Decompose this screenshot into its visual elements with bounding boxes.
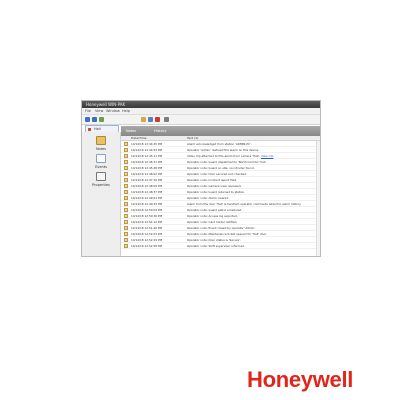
row-text-body: Operator note: Guard returned to station… bbox=[187, 190, 246, 194]
note-icon bbox=[124, 190, 128, 194]
note-icon bbox=[124, 226, 128, 230]
note-icon bbox=[124, 238, 128, 242]
notes-icon bbox=[96, 136, 106, 145]
row-text-body: Operator note: Event closed by operator … bbox=[187, 226, 256, 230]
menu-view[interactable]: View bbox=[95, 108, 103, 114]
tab-notes[interactable]: Notes bbox=[126, 126, 136, 136]
row-text-body: Operator 'Admin' restored the alarm on t… bbox=[187, 148, 260, 152]
row-text-body: Operator note: Incident report filed. bbox=[187, 178, 238, 182]
row-text-body: Alarm from the door 'Hall' is handled; o… bbox=[187, 202, 302, 206]
sidebar-item-properties[interactable]: Properties bbox=[82, 170, 120, 192]
note-icon bbox=[124, 154, 128, 158]
toolbar bbox=[82, 115, 320, 125]
note-icon bbox=[124, 196, 128, 200]
back-icon[interactable] bbox=[85, 117, 90, 122]
menu-help[interactable]: Help bbox=[122, 108, 130, 114]
note-icon bbox=[124, 142, 128, 146]
sidebar: Notes Events Properties bbox=[82, 132, 121, 256]
note-icon bbox=[124, 166, 128, 170]
menu-file[interactable]: File bbox=[85, 108, 91, 114]
events-icon bbox=[96, 154, 106, 163]
note-icon bbox=[124, 184, 128, 188]
note-icon bbox=[124, 232, 128, 236]
refresh-icon[interactable] bbox=[99, 117, 104, 122]
row-text-body: Operator note: Guard on site, no intrude… bbox=[187, 166, 255, 170]
row-text-body: Operator note: Camera view reviewed. bbox=[187, 184, 242, 188]
list-item[interactable]: 10/14/18 12:52:58 PM Operator note: Shift… bbox=[121, 243, 320, 249]
row-text-body: Operator note: Door secured and checked. bbox=[187, 172, 247, 176]
note-icon bbox=[124, 208, 128, 212]
row-text-body: Operator note: Card holder notified. bbox=[187, 220, 238, 224]
tab-hall[interactable]: Hall bbox=[85, 125, 119, 132]
print-icon[interactable] bbox=[164, 117, 169, 122]
forward-icon[interactable] bbox=[92, 117, 97, 122]
menu-window[interactable]: Window bbox=[106, 108, 120, 114]
honeywell-logo: Honeywell bbox=[247, 367, 354, 392]
row-text-body: Operator note: Door status is 'Secure'. bbox=[187, 238, 241, 242]
properties-icon bbox=[96, 172, 106, 181]
row-text-body: Operator note: Access log exported. bbox=[187, 214, 238, 218]
save-icon[interactable] bbox=[148, 117, 153, 122]
note-icon bbox=[124, 220, 128, 224]
vertical-scrollbar[interactable] bbox=[316, 141, 320, 256]
row-text: Operator note: Shift supervisor informed… bbox=[187, 243, 317, 249]
row-text-body: Operator note: Alarm cleared. bbox=[187, 196, 229, 200]
main-panel: Notes History Date/Time Text (1) 10/14/1… bbox=[121, 126, 320, 256]
row-text-body: Operator note: Guard dispatched to 'Nort… bbox=[187, 160, 267, 164]
row-date: 10/14/18 12:52:58 PM bbox=[131, 244, 163, 248]
note-icon bbox=[124, 202, 128, 206]
row-text-body: Video clip attached to this alarm from c… bbox=[187, 154, 261, 158]
door-icon bbox=[88, 128, 91, 131]
sidebar-item-label: Properties bbox=[92, 183, 110, 187]
note-icon bbox=[124, 214, 128, 218]
note-icon bbox=[124, 172, 128, 176]
row-text-body: Operator note: Guard patrol scheduled. bbox=[187, 208, 243, 212]
delete-icon[interactable] bbox=[155, 117, 160, 122]
row-text-body: Alarm acknowledged from station 'ADMIN-P… bbox=[187, 142, 252, 146]
note-icon bbox=[124, 160, 128, 164]
note-icon bbox=[124, 178, 128, 182]
app-window: Honeywell WIN-PAK File View Window Help … bbox=[81, 100, 321, 257]
tab-history[interactable]: History bbox=[154, 126, 166, 136]
window-title: Honeywell WIN-PAK bbox=[86, 102, 126, 107]
note-icon bbox=[124, 148, 128, 152]
menu-bar: File View Window Help bbox=[82, 108, 320, 115]
row-text-body: Operator note: Maintenance ticket opened… bbox=[187, 232, 267, 236]
note-icon bbox=[124, 244, 128, 248]
panel-header: Notes History bbox=[121, 126, 320, 136]
view-clip-link[interactable]: View clip bbox=[261, 154, 273, 158]
sidebar-item-label: Notes bbox=[95, 147, 107, 151]
row-text-body: Operator note: Shift supervisor informed… bbox=[187, 244, 245, 248]
sidebar-item-label: Events bbox=[95, 165, 107, 169]
open-icon[interactable] bbox=[141, 117, 146, 122]
title-bar: Honeywell WIN-PAK bbox=[82, 101, 320, 108]
